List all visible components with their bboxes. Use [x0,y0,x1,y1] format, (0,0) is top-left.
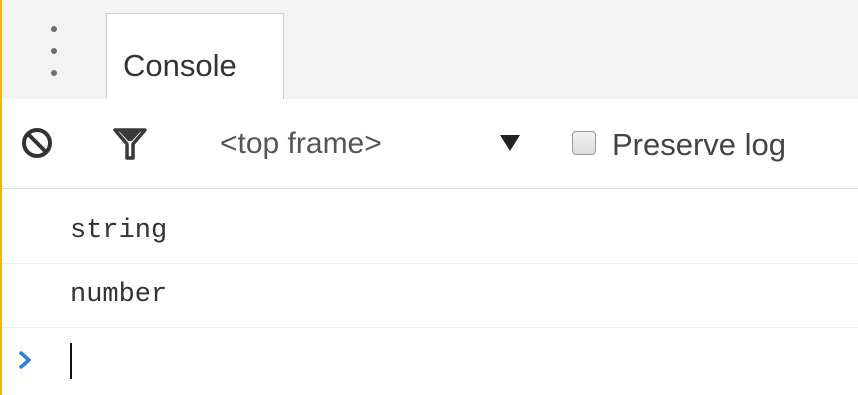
console-message: number [2,264,858,328]
console-toolbar: <top frame> Preserve log [2,99,858,189]
tab-strip: Console [2,0,858,100]
prompt-chevron-icon [19,351,31,369]
dropdown-arrow-icon [500,135,520,151]
preserve-log-checkbox[interactable]: Preserve log [568,121,848,169]
context-selector-label: <top frame> [220,127,382,160]
context-selector[interactable]: <top frame> [220,121,530,169]
more-vertical-icon[interactable] [48,26,60,78]
console-input[interactable] [70,338,830,384]
tab-console[interactable]: Console [106,13,284,100]
console-message-text: string [70,216,168,246]
text-caret [70,343,72,379]
console-message-text: number [70,280,168,310]
checkbox-box[interactable] [572,131,596,155]
filter-icon[interactable] [112,126,148,162]
clear-console-icon[interactable] [20,126,54,160]
tab-console-label: Console [123,48,237,83]
console-message: string [2,200,858,264]
preserve-log-label: Preserve log [612,127,787,162]
console-prompt-row [2,326,858,395]
